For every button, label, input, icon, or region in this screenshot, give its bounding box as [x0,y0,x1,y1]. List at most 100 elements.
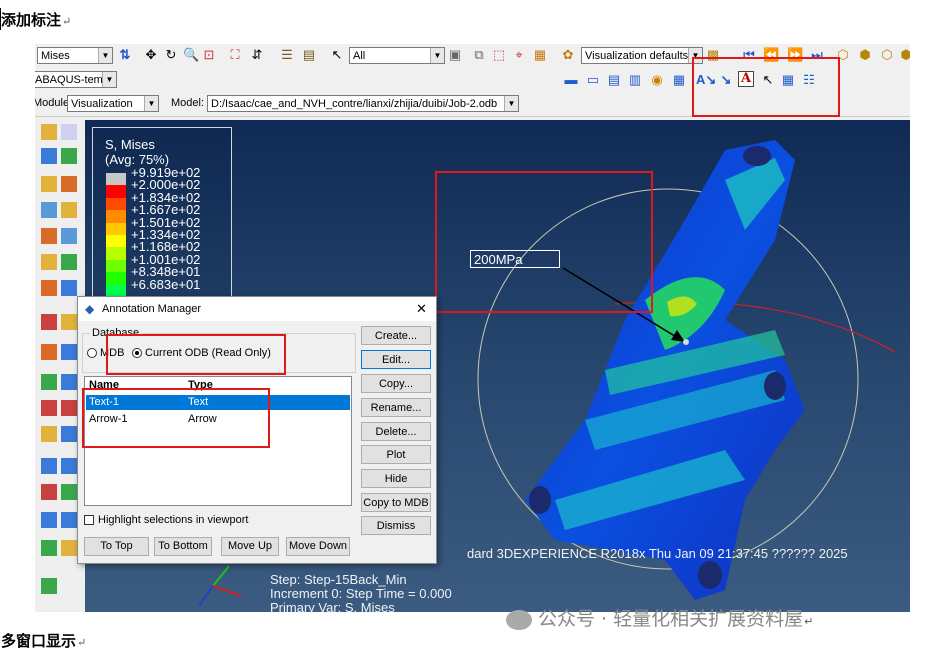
tool-icon[interactable] [61,254,77,270]
tool-icon[interactable] [41,458,57,474]
copy-to-mdb-button[interactable]: Copy to MDB [361,493,431,512]
tool-icon[interactable] [61,228,77,244]
tool-icon[interactable] [41,344,57,360]
tool-icon[interactable] [61,280,77,296]
tool-icon[interactable] [41,176,57,192]
tool-icon[interactable] [41,400,57,416]
viewport-tile-icon[interactable]: ▭ [585,72,601,88]
triad-x-axis [212,585,242,597]
tool-icon[interactable] [41,578,57,594]
query-icon[interactable]: ⌖ [511,47,527,63]
copy-button[interactable]: Copy... [361,374,431,393]
highlight-checkbox[interactable] [84,515,94,525]
highlight-box-odb [106,334,286,375]
model-label: Model: [171,97,205,109]
tool-icon[interactable] [41,254,57,270]
move-up-button[interactable]: Move Up [221,537,279,556]
create-button[interactable]: Create... [361,326,431,345]
tool-icon[interactable] [41,148,57,164]
tool-icon[interactable] [41,484,57,500]
tool-icon[interactable] [41,374,57,390]
tool-icon[interactable] [61,458,77,474]
plot-button[interactable]: Plot [361,445,431,464]
tool-icon[interactable] [61,374,77,390]
side-view-icon[interactable]: ⬡ [879,47,895,63]
cycle-view-icon[interactable]: ⇵ [249,47,265,63]
viewport-vertical-icon[interactable]: ▥ [627,72,643,88]
dismiss-button[interactable]: Dismiss [361,516,431,535]
legend-value: +6.683e+01 [131,276,201,292]
tool-icon[interactable] [41,426,57,442]
legend-title: S, Mises [105,137,155,152]
tool-icon[interactable] [61,400,77,416]
tool-icon[interactable] [61,512,77,528]
delete-button[interactable]: Delete... [361,422,431,441]
dialog-title: Annotation Manager [102,303,202,315]
tool-icon[interactable] [61,202,77,218]
paragraph-mark: ↵ [62,15,72,28]
context-combo[interactable]: ABAQUS-temp ▼ [35,71,117,88]
render-icon[interactable]: ▦ [532,47,548,63]
tool-icon[interactable] [41,280,57,296]
box-zoom-icon[interactable]: ⊡ [201,47,217,63]
triad-z-axis [198,585,214,607]
refresh-icon[interactable]: ⇅ [117,47,133,63]
rename-button[interactable]: Rename... [361,398,431,417]
tool-icon[interactable] [41,228,57,244]
legend-swatch [106,259,126,273]
field-output-value: Mises [41,50,70,62]
replace-icon[interactable]: ⧉ [471,47,487,63]
top-view-icon[interactable]: ⬢ [898,47,910,63]
box-select-icon[interactable]: ⬚ [491,47,507,63]
tool-icon[interactable] [41,124,57,140]
view-manager-icon[interactable]: ▬ [563,72,579,88]
edit-button[interactable]: Edit... [361,350,431,369]
to-bottom-button[interactable]: To Bottom [154,537,212,556]
hide-button[interactable]: Hide [361,469,431,488]
tool-icon[interactable] [61,148,77,164]
tool-icon[interactable] [61,484,77,500]
viewport-info-line: dard 3DEXPERIENCE R2018x Thu Jan 09 21:3… [467,546,848,561]
tool-icon[interactable] [61,344,77,360]
tool-icon[interactable] [41,512,57,528]
bolt-hole [698,561,722,589]
legend-swatch [106,222,126,235]
tool-icon[interactable] [61,540,77,556]
tool-icon[interactable] [41,314,57,330]
to-top-button[interactable]: To Top [84,537,149,556]
viewport-cascade-icon[interactable]: ▤ [606,72,622,88]
display-group-icon[interactable]: ▣ [447,47,463,63]
tool-icon[interactable] [41,540,57,556]
heading-multi-window: 多窗口显示↵ [1,632,87,650]
module-combo[interactable]: Visualization ▼ [67,95,159,112]
model-combo[interactable]: D:/Isaac/cae_and_NVH_contre/lianxi/zhiji… [207,95,519,112]
layer-stack-icon[interactable]: ▤ [301,47,317,63]
layer-icon[interactable]: ☰ [279,47,295,63]
bolt-hole [764,372,786,400]
bolt-hole [529,486,551,514]
tool-icon[interactable] [61,124,77,140]
bolt-hole [743,146,771,166]
rotate-icon[interactable]: ↻ [163,47,179,63]
zoom-icon[interactable]: 🔍 [183,47,199,63]
radio-mdb[interactable] [87,348,97,358]
tool-icon[interactable] [61,426,77,442]
chevron-down-icon: ▼ [430,48,444,63]
viewport-annotations-icon[interactable]: ▦ [671,72,687,88]
visualization-defaults-combo[interactable]: Visualization defaults ▼ [581,47,703,64]
auto-fit-icon[interactable]: ⛶ [227,47,243,63]
close-icon[interactable]: ✕ [416,301,427,317]
selection-filter-combo[interactable]: All ▼ [349,47,445,64]
field-output-combo[interactable]: Mises ▼ [37,47,113,64]
select-arrow-icon[interactable]: ↖ [329,47,345,63]
move-down-button[interactable]: Move Down [286,537,350,556]
front-view-icon[interactable]: ⬢ [857,47,873,63]
tool-icon[interactable] [61,314,77,330]
legend-swatch [106,210,126,223]
tool-icon[interactable] [61,176,77,192]
tool-icon[interactable] [41,202,57,218]
palette-icon[interactable]: ✿ [560,47,576,63]
dialog-title-bar[interactable]: ◆ Annotation Manager ✕ [78,297,436,321]
pan-icon[interactable]: ✥ [143,47,159,63]
link-viewports-icon[interactable]: ◉ [649,72,665,88]
